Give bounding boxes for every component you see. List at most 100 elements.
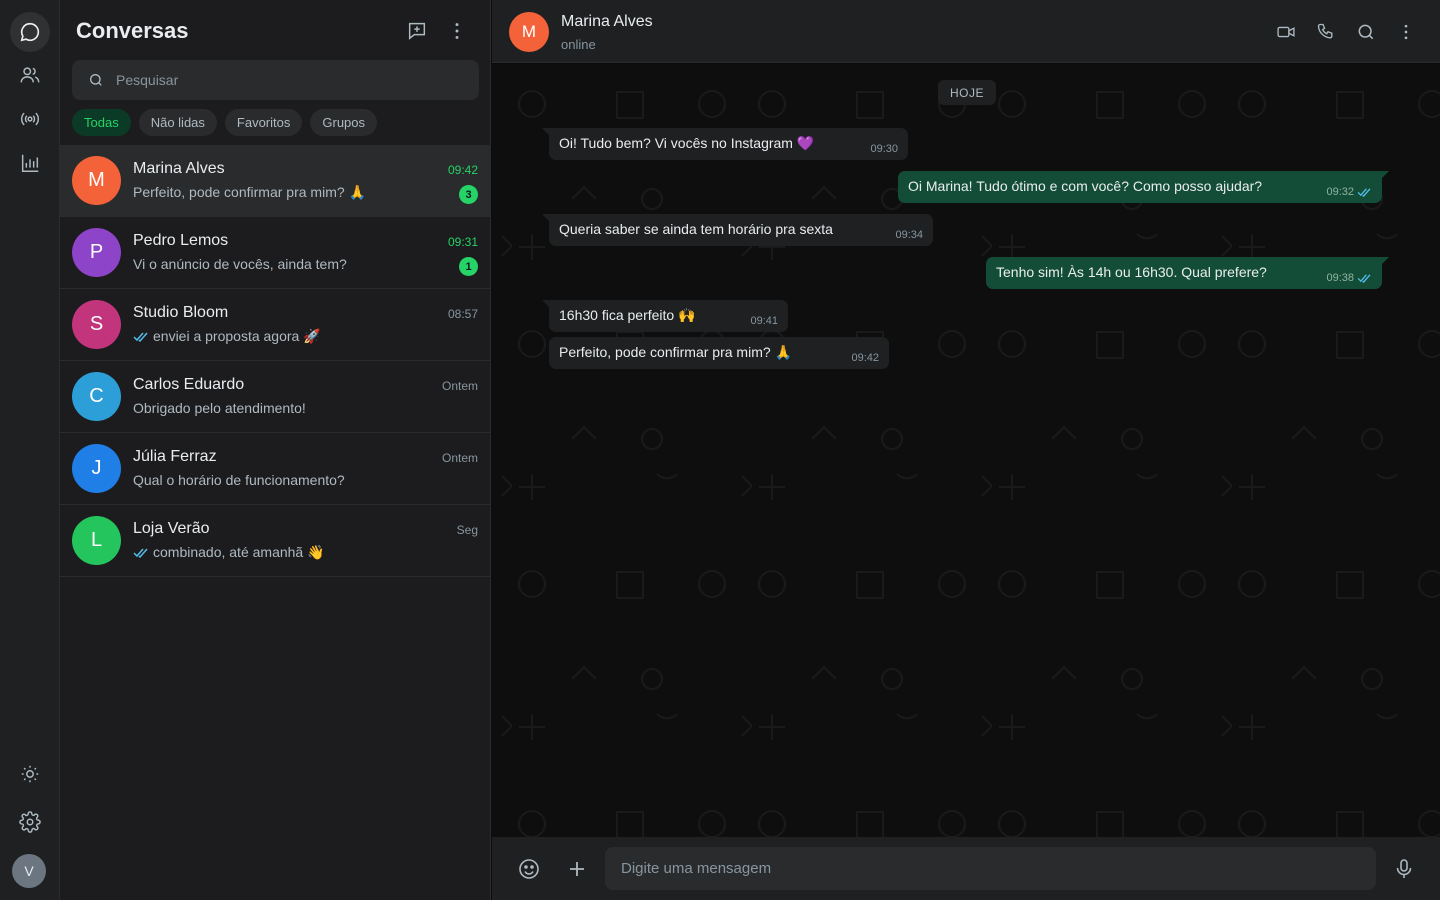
- bubble-tail: [542, 214, 550, 222]
- chat-list-item[interactable]: L Loja Verão Seg combinado, até amanhã 👋: [60, 505, 490, 577]
- attach-plus-icon: [570, 862, 584, 876]
- message-text: Oi! Tudo bem? Vi vocês no Instagram 💜: [559, 135, 815, 151]
- incoming-message[interactable]: Queria saber se ainda tem horário pra se…: [542, 214, 933, 246]
- voice-call-button[interactable]: [1314, 20, 1338, 44]
- chat-list-item[interactable]: P Pedro Lemos 09:31 Vi o anúncio de vocês, …: [60, 217, 490, 289]
- message-text: Oi Marina! Tudo ótimo e com você? Como p…: [908, 178, 1263, 194]
- message-time: 09:42: [851, 352, 879, 364]
- chat-avatar: S: [72, 300, 121, 349]
- chat-preview: Perfeito, pode confirmar pra mim? 🙏: [133, 184, 366, 201]
- chat-preview: Qual o horário de funcionamento?: [133, 472, 345, 488]
- stats-icon: [21, 154, 39, 172]
- chat-avatar: M: [72, 156, 121, 205]
- chat-list-item[interactable]: M Marina Alves 09:42 Perfeito, pode confirm…: [60, 145, 490, 217]
- contacts-nav-button[interactable]: [10, 55, 50, 95]
- filter-chip-todas[interactable]: Todas: [72, 109, 131, 136]
- chat-list-item[interactable]: C Carlos Eduardo Ontem Obrigado pelo atendi…: [60, 361, 490, 433]
- new-chat-icon: [408, 22, 426, 40]
- emoji-icon: [519, 859, 539, 879]
- broadcast-nav-button[interactable]: [10, 99, 50, 139]
- microphone-icon: [1396, 859, 1412, 878]
- search-input[interactable]: [116, 72, 456, 88]
- outgoing-message[interactable]: Tenho sim! Às 14h ou 16h30. Qual prefere…: [986, 257, 1389, 289]
- chat-time: 09:31: [447, 235, 478, 249]
- chat-sidebar: Conversas Todas Não lidas Favoritos Grup…: [60, 0, 491, 900]
- chat-preview-text: Qual o horário de funcionamento?: [133, 472, 345, 488]
- conversation-menu-button[interactable]: [1394, 20, 1418, 44]
- bubble-tail: [542, 128, 550, 136]
- bubble-tail: [1381, 171, 1389, 179]
- filter-chip-favoritos[interactable]: Favoritos: [224, 109, 303, 136]
- chat-avatar: J: [72, 444, 121, 493]
- filter-chip-grupos[interactable]: Grupos: [310, 109, 378, 136]
- message-time: 09:41: [750, 315, 778, 327]
- contact-avatar[interactable]: M: [509, 12, 549, 52]
- message-meta: 09:42: [851, 352, 879, 364]
- emoji-button[interactable]: [516, 856, 542, 882]
- chat-preview-text: Perfeito, pode confirmar pra mim? 🙏: [133, 184, 366, 200]
- search-box: [72, 60, 479, 100]
- chat-avatar: L: [72, 516, 121, 565]
- chat-preview-text: Obrigado pelo atendimento!: [133, 400, 306, 416]
- chat-preview-text: enviei a proposta agora 🚀: [153, 328, 321, 344]
- voice-message-button[interactable]: [1391, 856, 1417, 882]
- message-area[interactable]: HOJE Oi! Tudo bem? Vi vocês no Instagram…: [492, 64, 1440, 837]
- incoming-message[interactable]: Oi! Tudo bem? Vi vocês no Instagram 💜 09:…: [542, 128, 908, 160]
- incoming-message[interactable]: 16h30 fica perfeito 🙌 09:41: [542, 300, 788, 332]
- incoming-message[interactable]: Perfeito, pode confirmar pra mim? 🙏 09:42: [549, 337, 889, 369]
- chat-preview: Obrigado pelo atendimento!: [133, 400, 306, 416]
- filter-chips: Todas Não lidas Favoritos Grupos: [72, 109, 378, 136]
- sidebar-menu-button[interactable]: [444, 18, 470, 44]
- chat-list-item[interactable]: J Júlia Ferraz Ontem Qual o horário de func…: [60, 433, 490, 505]
- message-meta: 09:38: [1326, 272, 1372, 284]
- bubble-tail: [1381, 257, 1389, 265]
- chat-preview: Vi o anúncio de vocês, ainda tem?: [133, 256, 347, 272]
- profile-avatar[interactable]: V: [12, 854, 46, 888]
- message-time: 09:38: [1326, 272, 1354, 284]
- chat-avatar: C: [72, 372, 121, 421]
- search-icon: [1358, 24, 1374, 40]
- broadcast-icon: [20, 112, 40, 126]
- unread-badge: 3: [459, 185, 478, 204]
- chat-list: M Marina Alves 09:42 Perfeito, pode confirm…: [60, 145, 490, 577]
- chat-time: 08:57: [447, 307, 478, 321]
- outgoing-message[interactable]: Oi Marina! Tudo ótimo e com você? Como p…: [898, 171, 1389, 203]
- message-text: 16h30 fica perfeito 🙌: [559, 307, 696, 323]
- message-input[interactable]: [605, 847, 1376, 890]
- chat-time: Seg: [456, 523, 478, 537]
- message-meta: 09:41: [750, 315, 778, 327]
- sidebar-title: Conversas: [76, 18, 189, 43]
- chat-time: Ontem: [441, 379, 478, 393]
- chat-list-item[interactable]: S Studio Bloom 08:57 enviei a proposta agor…: [60, 289, 490, 361]
- conversation-header: M Marina Alves online: [492, 0, 1440, 63]
- read-ticks-icon: [133, 332, 148, 342]
- date-separator: HOJE: [938, 80, 997, 105]
- contacts-icon: [20, 67, 40, 83]
- stats-nav-button[interactable]: [10, 143, 50, 183]
- message-time: 09:32: [1326, 186, 1354, 198]
- theme-toggle-button[interactable]: [10, 754, 50, 794]
- message-text: Perfeito, pode confirmar pra mim? 🙏: [559, 344, 792, 360]
- settings-button[interactable]: [10, 802, 50, 842]
- chats-nav-button[interactable]: [10, 12, 50, 52]
- message-text: Tenho sim! Às 14h ou 16h30. Qual prefere…: [996, 264, 1267, 280]
- chat-preview: enviei a proposta agora 🚀: [133, 328, 321, 345]
- filter-chip-nao-lidas[interactable]: Não lidas: [138, 109, 217, 136]
- more-vertical-icon: [1404, 24, 1408, 40]
- video-call-button[interactable]: [1274, 20, 1298, 44]
- chat-name: Júlia Ferraz: [133, 448, 217, 465]
- message-meta: 09:34: [895, 229, 923, 241]
- chat-name: Marina Alves: [133, 160, 225, 177]
- new-chat-button[interactable]: [404, 18, 430, 44]
- chat-time: Ontem: [441, 451, 478, 465]
- read-ticks-icon: [133, 548, 148, 558]
- search-conversation-button[interactable]: [1354, 20, 1378, 44]
- contact-status: online: [561, 37, 596, 52]
- contact-name[interactable]: Marina Alves: [561, 13, 653, 31]
- chat-preview-text: combinado, até amanhã 👋: [153, 544, 325, 560]
- chat-name: Studio Bloom: [133, 304, 229, 321]
- message-meta: 09:32: [1326, 186, 1372, 198]
- read-ticks-icon: [1357, 188, 1371, 197]
- attach-button[interactable]: [564, 856, 590, 882]
- sun-icon: [21, 765, 39, 783]
